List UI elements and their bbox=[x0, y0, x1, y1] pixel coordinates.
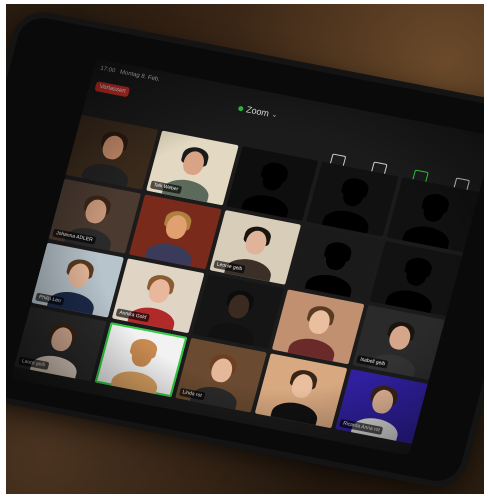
video-tile[interactable] bbox=[255, 353, 348, 429]
leave-button[interactable]: Verlassen bbox=[94, 81, 131, 98]
participant-body bbox=[108, 367, 160, 398]
chevron-down-icon: ⌄ bbox=[270, 111, 279, 120]
video-tile[interactable]: Philip Len bbox=[31, 242, 124, 318]
secure-dot-icon bbox=[237, 105, 245, 112]
video-tile[interactable]: Talk Weber bbox=[145, 130, 239, 206]
status-date: Montag 8. Feb. bbox=[119, 69, 161, 83]
video-tile[interactable] bbox=[94, 322, 187, 398]
video-tile[interactable] bbox=[128, 194, 222, 270]
video-tile[interactable] bbox=[369, 241, 463, 317]
video-tile[interactable] bbox=[226, 146, 319, 221]
video-tile[interactable] bbox=[289, 225, 382, 301]
status-time: 17:00 bbox=[99, 65, 116, 75]
participant-body bbox=[268, 399, 321, 429]
video-tile[interactable]: Ricarda Anna rot bbox=[335, 369, 428, 444]
video-tile[interactable] bbox=[191, 273, 285, 349]
tablet-screen: 17:00 Montag 8. Feb. Verlassen Zoom ⌄ Te… bbox=[11, 58, 484, 456]
video-tile[interactable]: Annika Gold bbox=[111, 258, 205, 334]
video-tile[interactable]: Linda rot bbox=[174, 337, 268, 413]
video-tile[interactable] bbox=[65, 114, 159, 190]
video-tile[interactable]: Leonie geib bbox=[209, 209, 302, 285]
video-tile[interactable] bbox=[386, 177, 480, 253]
video-tile[interactable] bbox=[272, 289, 365, 365]
photo-frame: 17:00 Montag 8. Feb. Verlassen Zoom ⌄ Te… bbox=[6, 4, 484, 494]
video-tile[interactable]: Johanna ADLER bbox=[48, 178, 141, 254]
tablet-device: 17:00 Montag 8. Feb. Verlassen Zoom ⌄ Te… bbox=[6, 14, 484, 485]
video-tile[interactable]: Laura geib bbox=[14, 306, 107, 382]
meeting-title[interactable]: Zoom ⌄ bbox=[237, 103, 279, 120]
video-tile[interactable]: Isabell geib bbox=[352, 305, 445, 380]
video-gallery: Talk Weber Johanna ADLER Leonie geib Philip… bbox=[12, 114, 480, 452]
meeting-title-label: Zoom bbox=[245, 104, 271, 119]
video-tile[interactable] bbox=[306, 161, 399, 237]
